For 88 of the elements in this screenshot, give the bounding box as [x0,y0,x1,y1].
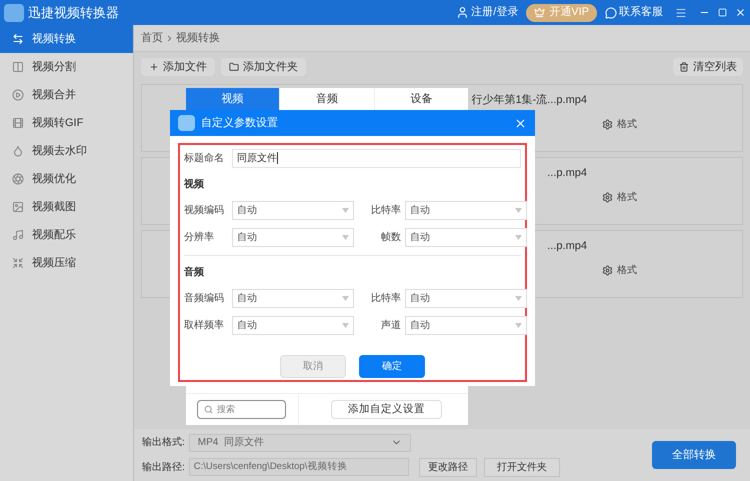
output-path-field[interactable]: C:\Users\cenfeng\Desktop\视频转换 [188,458,409,476]
field-label: 取样频率 [184,318,225,333]
dropdown[interactable]: 自动 [232,289,354,308]
sidebar-item-icon [12,229,24,241]
dropdown[interactable]: 自动 [232,201,354,220]
output-path-label: 输出路径: [142,460,185,474]
convert-all-button[interactable]: 全部转换 [652,441,736,469]
search-field[interactable]: 搜索 [197,400,286,419]
output-format-label: 输出格式: [142,436,185,450]
user-icon [456,6,470,19]
file-name: ...p.mp4 [547,239,587,254]
plus-icon [149,62,159,72]
format-link[interactable]: 格式 [617,116,637,132]
sidebar-item[interactable]: 视频截图 [0,193,133,221]
add-folder-button[interactable]: 添加文件夹 [221,58,306,76]
title-name-field[interactable]: 同原文件 [232,148,521,168]
caret-icon [515,235,522,240]
sidebar-item[interactable]: 视频去水印 [0,137,133,165]
format-link[interactable]: 格式 [617,190,637,204]
support-link[interactable]: 联系客服 [619,4,663,21]
section-heading: 视频 [184,178,205,192]
field-label: 分辨率 [184,230,215,245]
change-path-button[interactable]: 更改路径 [418,458,477,476]
search-input[interactable]: 搜索 [217,402,277,416]
folder-icon [229,62,239,72]
caret-icon [342,323,349,328]
dialog-title: 自定义参数设置 [201,116,278,131]
field-label: 视频编码 [184,204,225,218]
caret-icon [515,323,522,328]
login-link[interactable]: 注册/登录 [471,4,518,21]
field-label: 声道 [380,318,402,333]
chat-icon [605,6,617,18]
menu-icon[interactable] [675,6,687,18]
file-name: 行少年第1集-流...p.mp4 [471,92,587,108]
sidebar-item-icon [12,61,24,73]
caret-icon [515,208,522,213]
add-file-button[interactable]: 添加文件 [141,58,215,76]
gear-icon [602,118,613,130]
caret-icon [342,208,349,213]
breadcrumb-link[interactable]: 首页 [141,30,163,46]
field-label: 音频编码 [184,292,225,306]
dropdown[interactable]: 自动 [405,289,527,308]
breadcrumb-link[interactable]: 视频转换 [176,30,220,46]
sidebar-item[interactable]: 视频分割 [0,53,133,81]
field-label: 标题命名 [184,152,225,166]
output-format-dropdown[interactable]: MP4 同原文件 [188,434,411,452]
sidebar-item[interactable]: 视频配乐 [0,221,133,249]
trash-icon [679,62,689,72]
caret-icon [342,235,349,240]
section-heading: 音频 [184,265,205,280]
format-tab[interactable]: 视频 [186,88,280,110]
close-icon[interactable] [735,7,746,18]
sidebar-item-icon [12,173,24,185]
crown-icon [534,7,546,18]
sidebar-item[interactable]: 视频合并 [0,81,133,109]
field-label: 比特率 [370,204,402,218]
field-label: 比特率 [370,292,402,306]
search-icon [204,405,213,414]
sidebar-item-icon [12,201,24,213]
dropdown[interactable]: 自动 [232,228,354,247]
separator-icon [165,34,174,42]
sidebar-item[interactable]: 视频转GIF [0,109,133,137]
caret-icon [342,296,349,301]
sidebar-item-icon [12,257,24,269]
sidebar-item-icon [12,117,24,129]
field-label: 帧数 [380,230,402,245]
file-name: ...p.mp4 [547,166,587,181]
dropdown[interactable]: 自动 [405,316,527,335]
clear-list-button[interactable]: 清空列表 [673,58,743,76]
close-icon[interactable] [514,116,527,130]
gear-icon [602,264,613,276]
dropdown[interactable]: 自动 [232,316,354,335]
add-custom-settings-button[interactable]: 添加自定义设置 [331,400,442,419]
format-link[interactable]: 格式 [617,262,637,278]
sidebar-item-icon [12,145,24,157]
dropdown[interactable]: 自动 [405,228,527,247]
sidebar-item-icon [12,89,24,101]
confirm-button[interactable]: 确定 [359,355,425,378]
app-title: 迅捷视频转换器 [28,4,119,22]
sidebar-item[interactable]: 视频转换 [0,25,133,53]
sidebar-item-icon [12,33,24,45]
dropdown[interactable]: 自动 [405,201,527,220]
sidebar-item[interactable]: 视频压缩 [0,249,133,277]
open-folder-button[interactable]: 打开文件夹 [484,458,560,476]
maximize-icon[interactable] [718,8,727,17]
gear-icon [602,192,613,202]
sidebar-item[interactable]: 视频优化 [0,165,133,193]
caret-icon [515,296,522,301]
